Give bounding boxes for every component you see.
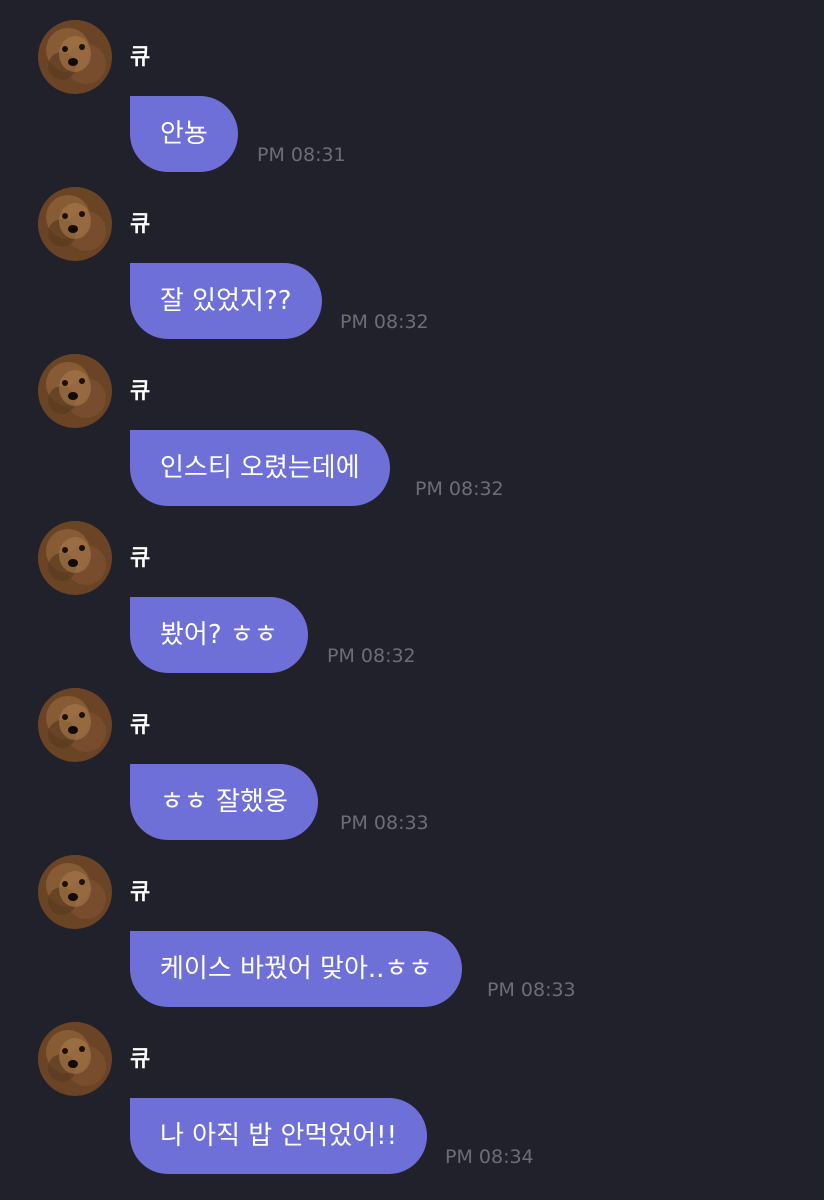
- sender-avatar[interactable]: [38, 855, 112, 929]
- dog-avatar-icon: [38, 855, 112, 929]
- sender-avatar[interactable]: [38, 1022, 112, 1096]
- message-timestamp: PM 08:33: [340, 812, 429, 834]
- message-group: 큐 봤어? ㅎㅎ PM 08:32: [0, 521, 824, 681]
- message-group: 큐 잘 있었지?? PM 08:32: [0, 187, 824, 347]
- message-bubble[interactable]: ㅎㅎ 잘했웅: [130, 764, 318, 840]
- sender-name: 큐: [130, 1047, 151, 1072]
- message-timestamp: PM 08:33: [487, 979, 576, 1001]
- sender-avatar[interactable]: [38, 688, 112, 762]
- message-group: 큐 안뇽 PM 08:31: [0, 20, 824, 180]
- sender-name: 큐: [130, 379, 151, 404]
- message-bubble[interactable]: 케이스 바꿨어 맞아..ㅎㅎ: [130, 931, 463, 1007]
- message-timestamp: PM 08:31: [257, 144, 346, 166]
- sender-avatar[interactable]: [38, 20, 112, 94]
- message-timestamp: PM 08:32: [340, 311, 429, 333]
- message-group: 큐 케이스 바꿨어 맞아..ㅎㅎ PM 08:33: [0, 855, 824, 1015]
- sender-name: 큐: [130, 45, 151, 70]
- dog-avatar-icon: [38, 1022, 112, 1096]
- sender-name: 큐: [130, 212, 151, 237]
- dog-avatar-icon: [38, 688, 112, 762]
- message-bubble[interactable]: 잘 있었지??: [130, 263, 322, 339]
- message-group: 큐 인스티 오렸는데에 PM 08:32: [0, 354, 824, 514]
- message-bubble[interactable]: 봤어? ㅎㅎ: [130, 597, 308, 673]
- sender-avatar[interactable]: [38, 521, 112, 595]
- sender-avatar[interactable]: [38, 187, 112, 261]
- sender-avatar[interactable]: [38, 354, 112, 428]
- dog-avatar-icon: [38, 521, 112, 595]
- message-timestamp: PM 08:32: [327, 645, 416, 667]
- message-timestamp: PM 08:34: [445, 1146, 534, 1168]
- message-group: 큐 나 아직 밥 안먹었어!! PM 08:34: [0, 1022, 824, 1182]
- message-bubble[interactable]: 나 아직 밥 안먹었어!!: [130, 1098, 427, 1174]
- message-bubble[interactable]: 인스티 오렸는데에: [130, 430, 390, 506]
- message-bubble[interactable]: 안뇽: [130, 96, 238, 172]
- sender-name: 큐: [130, 880, 151, 905]
- sender-name: 큐: [130, 546, 151, 571]
- dog-avatar-icon: [38, 20, 112, 94]
- sender-name: 큐: [130, 713, 151, 738]
- dog-avatar-icon: [38, 354, 112, 428]
- chat-message-list[interactable]: 큐 안뇽 PM 08:31 큐 잘 있었지?? PM 08:32 큐 인스티 오…: [0, 0, 824, 1200]
- message-timestamp: PM 08:32: [415, 478, 504, 500]
- dog-avatar-icon: [38, 187, 112, 261]
- message-group: 큐 ㅎㅎ 잘했웅 PM 08:33: [0, 688, 824, 848]
